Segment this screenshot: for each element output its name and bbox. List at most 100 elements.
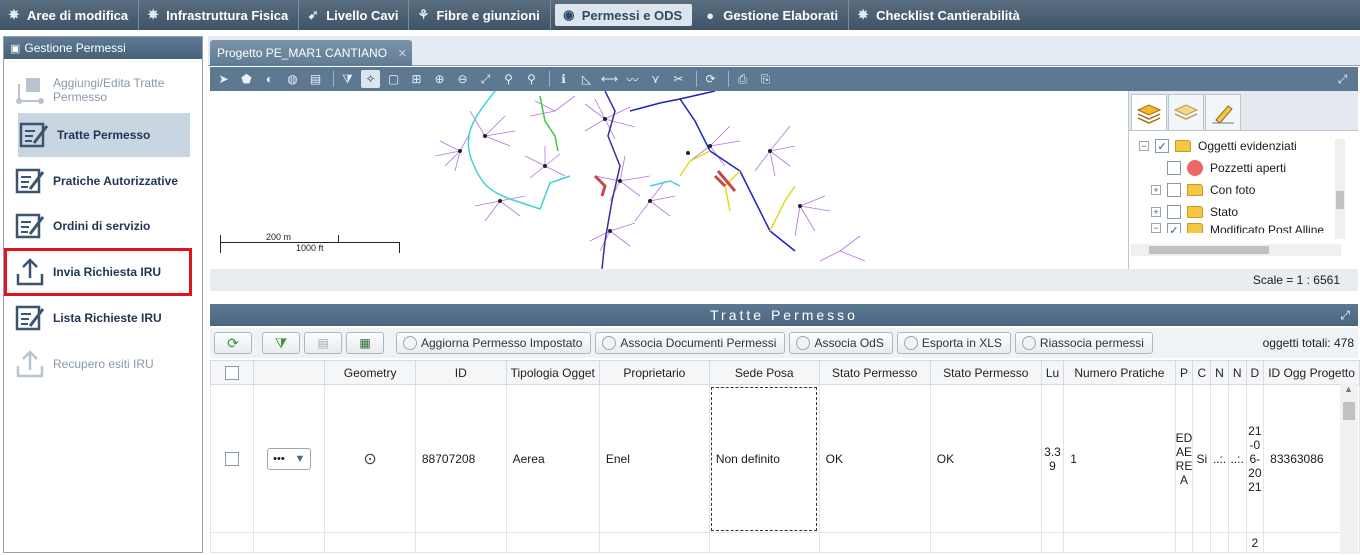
locate-target-icon[interactable]: ⊙ bbox=[363, 451, 376, 468]
associa-ods-button[interactable]: Associa OdS bbox=[789, 332, 893, 354]
permits-table: Geometry ID Tipologia Ogget Proprietario… bbox=[209, 360, 1360, 553]
zoom-extent-icon[interactable]: ⊞ bbox=[407, 70, 426, 88]
nav-infrastruttura-fisica[interactable]: ✵ Infrastruttura Fisica bbox=[139, 0, 300, 30]
column-header[interactable]: C bbox=[1192, 360, 1212, 385]
zoom-in-icon[interactable]: ⊕ bbox=[430, 70, 449, 88]
search-zoom-icon[interactable]: ⚲ bbox=[499, 70, 518, 88]
collapse-toggle[interactable]: − bbox=[1139, 141, 1149, 151]
print-icon[interactable]: ⎙ bbox=[733, 70, 752, 88]
column-header[interactable]: Stato Permesso bbox=[929, 360, 1042, 385]
export-form-button[interactable]: ▤ bbox=[304, 332, 342, 354]
nav-checklist-cantierabilita[interactable]: ✵ Checklist Cantierabilità bbox=[849, 0, 1030, 30]
layer-checkbox[interactable]: ✓ bbox=[1167, 223, 1181, 233]
nav-gestione-elaborati[interactable]: ● Gestione Elaborati bbox=[696, 0, 850, 30]
polygon-select-icon[interactable]: ⬟ bbox=[237, 70, 256, 88]
maximize-icon[interactable]: ⤢ bbox=[1340, 308, 1350, 323]
aggiorna-permesso-button[interactable]: Aggiorna Permesso Impostato bbox=[396, 332, 592, 354]
nav-fibre-e-giunzioni[interactable]: ⚘ Fibre e giunzioni bbox=[409, 0, 551, 30]
refresh-button[interactable]: ⟳ bbox=[214, 332, 252, 354]
folder-icon bbox=[1187, 223, 1203, 233]
column-header[interactable]: N bbox=[1227, 360, 1247, 385]
filter-button[interactable]: ⧩ bbox=[262, 332, 300, 354]
column-header[interactable]: P bbox=[1174, 360, 1194, 385]
column-header[interactable]: ID Ogg Progetto bbox=[1263, 360, 1360, 385]
column-header[interactable]: N bbox=[1210, 360, 1229, 385]
layer-checkbox[interactable] bbox=[1167, 161, 1181, 175]
nav-aree-di-modifica[interactable]: ✵ Aree di modifica bbox=[0, 0, 140, 30]
layers-tree: − ✓ Oggetti evidenziati Pozzetti aperti … bbox=[1129, 131, 1358, 239]
column-header[interactable]: ID bbox=[414, 360, 507, 385]
column-header[interactable]: Geometry bbox=[324, 360, 416, 385]
close-icon[interactable]: ✕ bbox=[398, 47, 407, 60]
measure-line-icon[interactable]: ⟷ bbox=[600, 70, 619, 88]
base-layers-tab-icon[interactable] bbox=[1168, 94, 1204, 130]
row-select-cell[interactable] bbox=[209, 384, 255, 533]
nav-livello-cavi[interactable]: ➹ Livello Cavi bbox=[299, 0, 410, 30]
select-all-checkbox[interactable] bbox=[225, 365, 240, 380]
edit-layer-icon[interactable]: ▤ bbox=[306, 70, 325, 88]
globe-icon[interactable]: ◍ bbox=[283, 70, 302, 88]
row-actions-dropdown[interactable]: ••• ▼ bbox=[267, 447, 312, 470]
layers-tab-icon[interactable] bbox=[1131, 94, 1167, 130]
cell-sede-posa[interactable]: Non definito bbox=[708, 384, 820, 533]
column-header[interactable]: Stato Permesso bbox=[818, 360, 931, 385]
grid-vertical-scrollbar[interactable]: ▲ bbox=[1340, 384, 1358, 554]
menu-recupero-esiti-iru[interactable]: Recupero esiti IRU bbox=[14, 342, 190, 386]
column-header[interactable]: Tipologia Ogget bbox=[505, 360, 600, 385]
map-canvas[interactable]: 200 m 1000 ft bbox=[210, 91, 1124, 269]
legend-pencil-icon[interactable] bbox=[1205, 94, 1241, 130]
menu-aggiungi-edita-tratte[interactable]: Aggiungi/Edita Tratte Permesso bbox=[14, 68, 190, 112]
layer-checkbox[interactable]: ✓ bbox=[1155, 139, 1169, 153]
maximize-icon[interactable]: ⤢ bbox=[1333, 70, 1352, 88]
identify-icon[interactable]: ✧ bbox=[361, 70, 380, 88]
tab-progetto[interactable]: Progetto PE_MAR1 CANTIANO ✕ bbox=[210, 40, 412, 66]
column-header[interactable]: Proprietario bbox=[598, 360, 710, 385]
fullscreen-extent-icon[interactable]: ⤢ bbox=[476, 70, 495, 88]
table-row[interactable]: ••• ▼ ⊙ 88707208 Aerea Enel Non definito … bbox=[209, 384, 1360, 533]
select-all-header[interactable] bbox=[209, 360, 255, 385]
expand-toggle[interactable]: + bbox=[1151, 185, 1161, 195]
row-checkbox[interactable] bbox=[225, 451, 240, 466]
menu-tratte-permesso[interactable]: Tratte Permesso bbox=[18, 113, 190, 157]
zoom-out-icon[interactable]: ⊖ bbox=[453, 70, 472, 88]
tools-icon[interactable]: ✂ bbox=[669, 70, 688, 88]
measure-area-icon[interactable]: ◺ bbox=[577, 70, 596, 88]
select-feature-icon[interactable]: ◐ bbox=[260, 70, 279, 88]
cell-c: Si bbox=[1192, 384, 1212, 533]
layers-vertical-scrollbar[interactable] bbox=[1335, 139, 1345, 239]
empty-cell bbox=[1174, 532, 1194, 553]
cable-icon: ➹ bbox=[307, 7, 319, 22]
pointer-icon[interactable]: ➤ bbox=[214, 70, 233, 88]
filter-clear-icon[interactable]: ⧩ bbox=[338, 70, 357, 88]
info-icon[interactable]: ℹ bbox=[554, 70, 573, 88]
layer-checkbox[interactable] bbox=[1167, 183, 1181, 197]
layer-checkbox[interactable] bbox=[1167, 205, 1181, 219]
associa-documenti-button[interactable]: Associa Documenti Permessi bbox=[595, 332, 786, 354]
menu-pratiche-autorizzative[interactable]: Pratiche Autorizzative bbox=[14, 159, 190, 203]
column-header[interactable]: Numero Pratiche bbox=[1063, 360, 1176, 385]
geometry-cell[interactable]: ⊙ bbox=[324, 384, 416, 533]
collapse-toggle[interactable]: − bbox=[1151, 223, 1161, 233]
draw-line-icon[interactable]: 〰 bbox=[623, 70, 642, 88]
circle-icon: ● bbox=[706, 7, 715, 23]
spreadsheet-button[interactable]: ▦ bbox=[346, 332, 384, 354]
layers-horizontal-scrollbar[interactable] bbox=[1131, 244, 1341, 256]
search-clear-icon[interactable]: ⚲ bbox=[522, 70, 541, 88]
split-icon[interactable]: ⋎ bbox=[646, 70, 665, 88]
menu-lista-richieste-iru[interactable]: Lista Richieste IRU bbox=[14, 296, 190, 340]
table-row[interactable]: 2 bbox=[209, 532, 1360, 553]
chevron-down-icon: ▼ bbox=[294, 452, 306, 465]
column-header[interactable]: Sede Posa bbox=[708, 360, 820, 385]
column-header[interactable]: Lu bbox=[1040, 360, 1065, 385]
zoom-box-icon[interactable]: ▢ bbox=[384, 70, 403, 88]
nav-permessi-e-ods[interactable]: ◉ Permessi e ODS bbox=[554, 4, 693, 26]
refresh-icon[interactable]: ⟳ bbox=[701, 70, 720, 88]
column-header[interactable]: D bbox=[1245, 360, 1265, 385]
menu-invia-richiesta-iru[interactable]: Invia Richiesta IRU bbox=[4, 248, 192, 296]
pdf-icon[interactable]: ⎘ bbox=[756, 70, 775, 88]
layer-modificato-post: − ✓ Modificato Post Alline bbox=[1139, 223, 1358, 233]
riassocia-permessi-button[interactable]: Riassocia permessi bbox=[1014, 332, 1153, 354]
esporta-xls-button[interactable]: Esporta in XLS bbox=[896, 332, 1011, 354]
expand-toggle[interactable]: + bbox=[1151, 207, 1161, 217]
menu-ordini-di-servizio[interactable]: Ordini di servizio bbox=[14, 204, 190, 248]
